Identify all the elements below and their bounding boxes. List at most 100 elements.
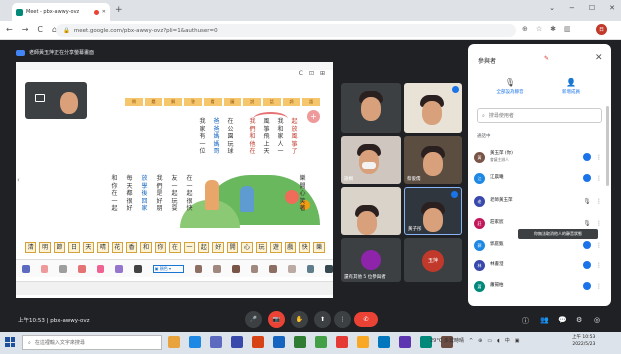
- participant-tile[interactable]: [341, 187, 401, 235]
- more-options-icon[interactable]: ⋮: [596, 175, 602, 182]
- speaking-indicator-icon[interactable]: [583, 241, 591, 249]
- participant-row[interactable]: 老老師黃玉萍 🎙 ⋮: [474, 191, 602, 211]
- taskbar-search-input[interactable]: ⌕ 在這裡輸入文字來搜尋: [22, 335, 162, 350]
- shape-tool-icon[interactable]: [59, 264, 68, 273]
- participant-tile[interactable]: [404, 83, 462, 133]
- more-options-button[interactable]: ⋮: [334, 311, 351, 328]
- reload-button[interactable]: C: [37, 25, 43, 34]
- word-cell[interactable]: 戲: [284, 242, 297, 253]
- word-cell[interactable]: 開: [226, 242, 239, 253]
- pen-tool-icon[interactable]: [22, 264, 30, 273]
- end-call-button[interactable]: ✆: [354, 312, 378, 327]
- network-icon[interactable]: ⊕: [478, 338, 482, 344]
- taskbar-app-icon[interactable]: [210, 336, 222, 348]
- text-tool-icon[interactable]: [194, 264, 203, 273]
- weather-widget[interactable]: 29°C 多雲時晴: [430, 337, 464, 344]
- taskbar-clock[interactable]: 上午 10:53 2022/5/23: [572, 334, 595, 348]
- extensions-icon[interactable]: ✱: [550, 25, 556, 33]
- chat-icon[interactable]: 💬: [558, 316, 567, 324]
- word-cell[interactable]: 香: [125, 242, 138, 253]
- word-cell[interactable]: 遊: [270, 242, 282, 253]
- more-options-icon[interactable]: ⋮: [596, 154, 602, 161]
- taskbar-app-icon[interactable]: [231, 336, 243, 348]
- word-cell[interactable]: 日: [68, 242, 80, 253]
- word-cell[interactable]: 花: [111, 242, 123, 253]
- self-view-tile[interactable]: [25, 82, 87, 119]
- speaking-indicator-icon[interactable]: [583, 174, 591, 182]
- url-field[interactable]: 🔒 meet.google.com/pbx-awwy-ovz?pli=1&aut…: [56, 24, 516, 37]
- fit-icon[interactable]: ⊡: [309, 70, 314, 80]
- other-participants-tile[interactable]: 還有其他 5 位參與者: [341, 238, 401, 282]
- people-icon[interactable]: 👥: [540, 316, 549, 324]
- participant-tile[interactable]: 語桐: [341, 136, 401, 184]
- word-cell[interactable]: 樂: [313, 242, 325, 253]
- host-controls-icon[interactable]: ✎: [544, 55, 549, 62]
- browser-tab[interactable]: Meet - pbx-awwy-ovz ✕: [12, 3, 110, 21]
- taskbar-app-icon[interactable]: [336, 336, 348, 348]
- more-options-icon[interactable]: ⋮: [596, 242, 602, 249]
- word-cell[interactable]: 一: [183, 242, 196, 253]
- notification-icon[interactable]: ▣: [515, 338, 520, 344]
- taskbar-app-icon[interactable]: [399, 336, 411, 348]
- back-button[interactable]: ←: [6, 25, 13, 34]
- word-cell[interactable]: 晴: [97, 242, 109, 253]
- participant-row[interactable]: 江江晨曦 ⋮: [474, 168, 602, 188]
- grid-icon[interactable]: ⊞: [320, 70, 325, 80]
- word-cell[interactable]: 和: [140, 242, 152, 253]
- eraser-tool-icon[interactable]: [40, 264, 49, 273]
- new-tab-button[interactable]: +: [115, 5, 123, 15]
- volume-icon[interactable]: ◖: [497, 338, 500, 344]
- mute-all-button[interactable]: 🎙 全部設為靜音: [490, 78, 530, 95]
- word-cell[interactable]: 天: [82, 242, 95, 253]
- mic-button[interactable]: 🎤: [245, 311, 262, 328]
- color-select[interactable]: ▣ 顏色 ▾: [152, 264, 184, 273]
- side-panel-icon[interactable]: ▥: [564, 25, 571, 33]
- participant-row[interactable]: 黃黃玉萍 (你) 會議主辦人 ⋮: [474, 147, 602, 167]
- present-button[interactable]: ⬆: [314, 311, 331, 328]
- speaking-indicator-icon[interactable]: [583, 153, 591, 161]
- word-cell[interactable]: 快: [299, 242, 311, 253]
- word-cell[interactable]: 起: [198, 242, 210, 253]
- marker-tool-icon[interactable]: [78, 264, 86, 273]
- input-method-icon[interactable]: 中: [505, 337, 510, 344]
- camera-button[interactable]: 📷: [268, 311, 285, 328]
- host-controls-shield-icon[interactable]: ◎: [594, 316, 600, 324]
- slide-add-icon[interactable]: +: [307, 110, 320, 123]
- close-panel-button[interactable]: ✕: [595, 53, 603, 63]
- people-panel-scrollbar[interactable]: [606, 106, 609, 186]
- word-cell[interactable]: 心: [241, 242, 253, 253]
- table-tool-icon[interactable]: [231, 264, 240, 273]
- people-search-input[interactable]: ⌕ 搜尋使用者: [477, 108, 602, 123]
- exit-tool-icon[interactable]: [325, 264, 333, 273]
- bookmark-star-icon[interactable]: ☆: [536, 25, 542, 33]
- lasso-tool-icon[interactable]: [115, 264, 124, 273]
- battery-icon[interactable]: ▭: [487, 338, 492, 344]
- taskbar-app-icon[interactable]: [168, 336, 180, 348]
- maximize-button[interactable]: ☐: [589, 4, 595, 12]
- forward-button[interactable]: →: [22, 25, 29, 34]
- add-people-button[interactable]: 👤 新增成員: [553, 78, 589, 95]
- participant-row[interactable]: 林林書澄 ⋮: [474, 255, 602, 275]
- taskbar-app-icon[interactable]: [315, 336, 327, 348]
- highlight-tool-icon[interactable]: [96, 264, 105, 273]
- word-cell[interactable]: 清: [25, 242, 37, 253]
- zoom-icon[interactable]: ⊕: [522, 25, 528, 33]
- word-cell[interactable]: 在: [169, 242, 181, 253]
- meeting-info-icon[interactable]: ⓘ: [522, 316, 529, 326]
- participant-tile[interactable]: 蔡俊儒: [404, 136, 462, 184]
- tray-expand-icon[interactable]: ^: [469, 338, 473, 344]
- slide-prev-arrow-icon[interactable]: ‹: [17, 176, 22, 186]
- speaking-indicator-icon[interactable]: [583, 261, 591, 269]
- redo-tool-icon[interactable]: [287, 264, 296, 273]
- close-window-button[interactable]: ✕: [609, 4, 615, 12]
- pointer-tool-icon[interactable]: [134, 264, 142, 273]
- word-cell[interactable]: 好: [212, 242, 224, 253]
- more-options-icon[interactable]: ⋮: [596, 198, 602, 205]
- taskbar-app-icon[interactable]: [273, 336, 285, 348]
- tab-close-icon[interactable]: ✕: [102, 9, 106, 15]
- refresh-icon[interactable]: C: [299, 70, 303, 80]
- taskbar-app-icon[interactable]: [357, 336, 369, 348]
- word-cell[interactable]: 節: [53, 242, 66, 253]
- profile-avatar[interactable]: 日: [596, 24, 607, 35]
- undo-tool-icon[interactable]: [269, 264, 277, 273]
